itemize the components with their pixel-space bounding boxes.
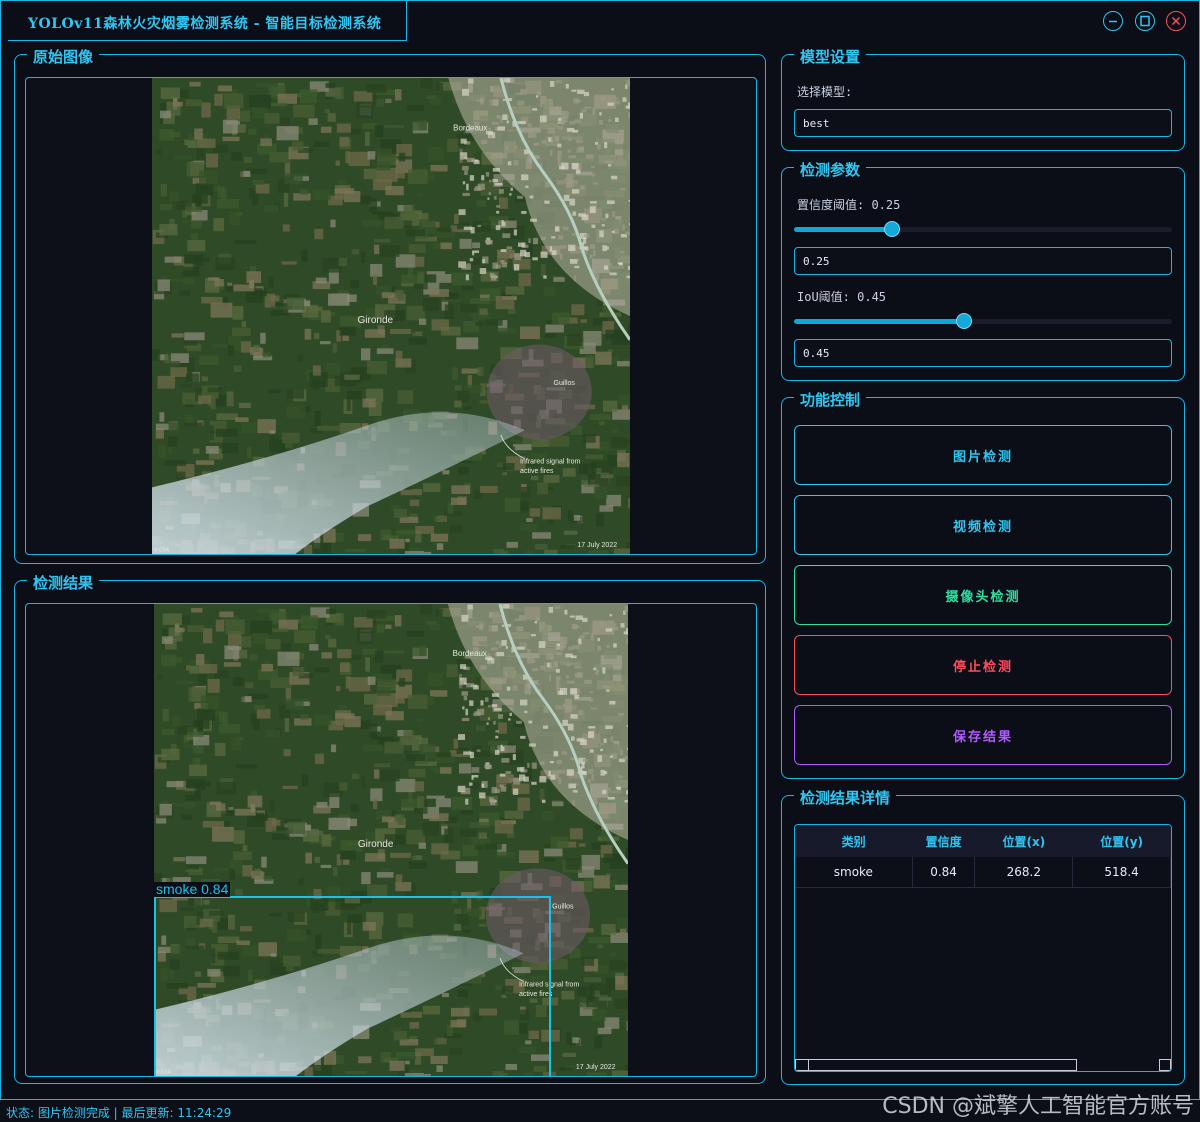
model-settings-title: 模型设置 xyxy=(794,46,867,67)
iou-slider-fill xyxy=(794,319,965,324)
table-cell-x: 268.2 xyxy=(974,857,1074,888)
stop-detect-button[interactable]: 停止检测 xyxy=(794,635,1172,695)
function-control-title: 功能控制 xyxy=(794,389,867,410)
original-satellite-image: Bordeaux Gironde Guillos Infrared signal fr… xyxy=(152,78,630,554)
result-image-frame: Bordeaux Gironde Guillos Infrared signal fr… xyxy=(25,603,757,1077)
detection-box xyxy=(154,896,551,1076)
city-label: Bordeaux xyxy=(453,123,487,132)
iou-input[interactable]: 0.45 xyxy=(794,339,1172,367)
image-detect-button[interactable]: 图片检测 xyxy=(794,425,1172,485)
column-header-y[interactable]: 位置(y) xyxy=(1072,825,1171,857)
confidence-slider[interactable] xyxy=(794,221,1172,237)
scrollbar-corner xyxy=(1159,1059,1171,1071)
iou-label: IoU阈值: 0.45 xyxy=(797,290,887,304)
results-table-header: 类别 置信度 位置(x) 位置(y) xyxy=(795,825,1171,857)
confidence-input[interactable]: 0.25 xyxy=(794,247,1172,275)
scrollbar-left-arrow[interactable] xyxy=(796,1060,809,1070)
model-select[interactable]: best xyxy=(794,109,1172,137)
minimize-icon[interactable] xyxy=(1103,11,1123,31)
town-label: Guillos xyxy=(552,903,574,910)
window-title: YOLOv11森林火灾烟雾检测系统 - 智能目标检测系统 xyxy=(28,16,382,32)
town-label: Guillos xyxy=(554,380,576,387)
maximize-icon[interactable] xyxy=(1135,11,1155,31)
original-image-frame: Bordeaux Gironde Guillos Infrared signal fr… xyxy=(25,77,757,555)
results-table: 类别 置信度 位置(x) 位置(y) smoke 0.84 268.2 518.… xyxy=(795,825,1171,888)
column-header-x[interactable]: 位置(x) xyxy=(974,825,1073,857)
iou-slider[interactable] xyxy=(794,313,1172,329)
annotation-label: Infrared signal from xyxy=(520,459,580,466)
confidence-slider-handle[interactable] xyxy=(884,221,901,237)
table-cell-confidence: 0.84 xyxy=(912,857,976,888)
date-label: 17 July 2022 xyxy=(576,1064,616,1071)
credit-label: © ESA xyxy=(154,547,170,554)
table-cell-y: 518.4 xyxy=(1072,857,1171,888)
video-detect-button[interactable]: 视频检测 xyxy=(794,495,1172,555)
column-header-confidence[interactable]: 置信度 xyxy=(912,825,975,857)
confidence-slider-fill xyxy=(794,227,893,232)
horizontal-scrollbar[interactable] xyxy=(795,1059,1077,1071)
annotation-label-2: active fires xyxy=(520,468,554,475)
region-label: Gironde xyxy=(358,839,394,850)
column-header-class[interactable]: 类别 xyxy=(795,825,913,857)
original-image-panel: 原始图像 Bordeaux Gironde Guillos Infrared sign… xyxy=(14,46,766,564)
detection-params-title: 检测参数 xyxy=(794,159,867,180)
confidence-label: 置信度阈值: 0.25 xyxy=(797,198,901,212)
iou-slider-handle[interactable] xyxy=(956,313,973,329)
table-cell-class: smoke xyxy=(795,857,913,888)
status-bar: 状态: 图片检测完成 | 最后更新: 11:24:29 xyxy=(6,1106,232,1120)
watermark: CSDN @斌擎人工智能官方账号 xyxy=(882,1094,1194,1119)
camera-detect-button[interactable]: 摄像头检测 xyxy=(794,565,1172,625)
results-table-container: 类别 置信度 位置(x) 位置(y) smoke 0.84 268.2 518.… xyxy=(794,824,1172,1072)
city-label: Bordeaux xyxy=(453,649,487,658)
result-image-title: 检测结果 xyxy=(27,572,100,593)
original-image-title: 原始图像 xyxy=(27,46,100,67)
table-row[interactable]: smoke 0.84 268.2 518.4 xyxy=(795,857,1171,888)
close-icon[interactable] xyxy=(1166,11,1186,31)
date-label: 17 July 2022 xyxy=(577,542,617,549)
result-image-panel: 检测结果 Bordeaux Gironde Guillos Infrared sign… xyxy=(14,572,766,1084)
results-detail-title: 检测结果详情 xyxy=(794,787,897,808)
save-result-button[interactable]: 保存结果 xyxy=(794,705,1172,765)
detection-label: smoke 0.84 xyxy=(154,881,231,897)
region-label: Gironde xyxy=(358,315,394,326)
model-select-label: 选择模型: xyxy=(797,85,853,99)
